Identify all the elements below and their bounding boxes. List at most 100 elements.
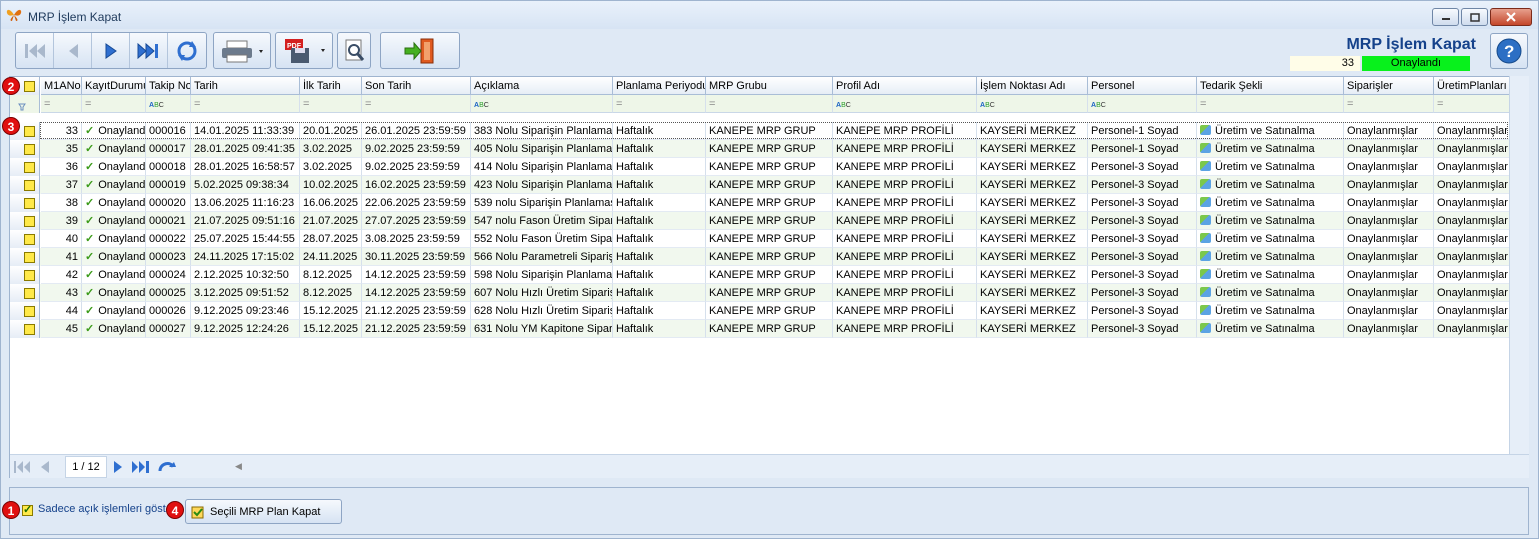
filter-cell-m1a-no[interactable]: =	[41, 95, 82, 113]
filter-cell-uretim-planlari[interactable]: =	[1434, 95, 1510, 113]
vertical-scrollbar[interactable]	[1509, 76, 1529, 478]
cell-son-tarih: 27.07.2025 23:59:59	[362, 212, 471, 230]
close-selected-mrp-button[interactable]: Seçili MRP Plan Kapat	[185, 499, 342, 524]
column-header-planlama-periyodu[interactable]: Planlama Periyodu	[613, 77, 706, 95]
filter-cell-ilk-tarih[interactable]: =	[300, 95, 362, 113]
row-select-checkbox[interactable]	[24, 198, 35, 209]
column-header-m1a-no[interactable]: M1ANo	[41, 77, 82, 95]
column-header-tedarik-sekli[interactable]: Tedarik Şekli	[1197, 77, 1344, 95]
row-select-checkbox[interactable]	[24, 270, 35, 281]
filter-cell-son-tarih[interactable]: =	[362, 95, 471, 113]
pager-next-button[interactable]	[110, 459, 126, 475]
cell-siparisler: Onaylanmışlar	[1344, 212, 1434, 230]
table-row[interactable]: 35 ✓ Onaylandı 000017 28.01.2025 09:41:35 3.0…	[10, 140, 1510, 158]
cell-tarih: 28.01.2025 16:58:57	[191, 158, 300, 176]
next-record-button[interactable]	[92, 33, 130, 68]
filter-cell-profil-adi[interactable]: ABC	[833, 95, 977, 113]
last-record-button[interactable]	[130, 33, 168, 68]
print-preview-button[interactable]	[337, 32, 371, 69]
row-select-checkbox[interactable]	[24, 306, 35, 317]
table-row[interactable]: 38 ✓ Onaylandı 000020 13.06.2025 11:16:23 16.…	[10, 194, 1510, 212]
cell-kayit-durumu: ✓ Onaylandı	[82, 248, 146, 266]
previous-record-icon	[68, 43, 78, 58]
export-pdf-button[interactable]: PDF	[275, 32, 333, 69]
column-header-siparisler[interactable]: Siparişler	[1344, 77, 1434, 95]
column-header-takip-no[interactable]: Takip No	[146, 77, 191, 95]
cell-mrp-grubu: KANEPE MRP GRUP	[706, 122, 833, 140]
column-header-uretim-planlari[interactable]: ÜretimPlanları	[1434, 77, 1510, 95]
column-header-personel[interactable]: Personel	[1088, 77, 1197, 95]
filter-cell-mrp-grubu[interactable]: =	[706, 95, 833, 113]
table-row[interactable]: 33 ✓ Onaylandı 000016 14.01.2025 11:33:39 20.…	[10, 122, 1510, 140]
filter-cell-aciklama[interactable]: ABC	[471, 95, 613, 113]
table-row[interactable]: 39 ✓ Onaylandı 000021 21.07.2025 09:51:16 21.…	[10, 212, 1510, 230]
filter-cell-tarih[interactable]: =	[191, 95, 300, 113]
pager-last-button[interactable]	[130, 459, 152, 475]
row-select-checkbox[interactable]	[24, 234, 35, 245]
filter-cell-tedarik-sekli[interactable]: =	[1197, 95, 1344, 113]
filter-cell-planlama-periyodu[interactable]: =	[613, 95, 706, 113]
row-select-checkbox[interactable]	[24, 180, 35, 191]
approved-check-icon: ✓	[85, 197, 95, 209]
row-select-checkbox[interactable]	[24, 288, 35, 299]
pager-first-button[interactable]	[13, 459, 33, 475]
row-select-checkbox[interactable]	[24, 162, 35, 173]
previous-record-button[interactable]	[54, 33, 92, 68]
approved-check-icon: ✓	[85, 215, 95, 227]
filter-cell-kayit-durumu[interactable]: =	[82, 95, 146, 113]
row-select-checkbox[interactable]	[24, 144, 35, 155]
pager-refresh-button[interactable]	[156, 459, 178, 475]
table-row[interactable]: 45 ✓ Onaylandı 000027 9.12.2025 12:24:26 15.1…	[10, 320, 1510, 338]
table-row[interactable]: 42 ✓ Onaylandı 000024 2.12.2025 10:32:50 8.12…	[10, 266, 1510, 284]
show-open-only-label: Sadece açık işlemleri göster	[38, 503, 176, 515]
print-button[interactable]	[213, 32, 271, 69]
column-header-mrp-grubu[interactable]: MRP Grubu	[706, 77, 833, 95]
cell-aciklama: 414 Nolu Siparişin Planlaması	[471, 158, 613, 176]
annotation-badge-4: 4	[166, 501, 184, 519]
help-button[interactable]: ?	[1490, 33, 1528, 69]
show-open-only-checkbox[interactable]	[22, 503, 33, 516]
maximize-button[interactable]	[1461, 8, 1488, 26]
table-row[interactable]: 37 ✓ Onaylandı 000019 5.02.2025 09:38:34 10.0…	[10, 176, 1510, 194]
cell-siparisler: Onaylanmışlar	[1344, 176, 1434, 194]
table-row[interactable]: 41 ✓ Onaylandı 000023 24.11.2025 17:15:02 24.…	[10, 248, 1510, 266]
column-header-son-tarih[interactable]: Son Tarih	[362, 77, 471, 95]
record-count: 33	[1290, 56, 1360, 71]
pager-previous-button[interactable]	[37, 459, 53, 475]
first-record-button[interactable]	[16, 33, 54, 68]
filter-cell-siparisler[interactable]: =	[1344, 95, 1434, 113]
column-header-tarih[interactable]: Tarih	[191, 77, 300, 95]
table-row[interactable]: 44 ✓ Onaylandı 000026 9.12.2025 09:23:46 15.1…	[10, 302, 1510, 320]
refresh-button[interactable]	[168, 33, 206, 68]
supply-type-text: Üretim ve Satınalma	[1215, 125, 1315, 137]
row-select-checkbox[interactable]	[24, 324, 35, 335]
row-select-checkbox[interactable]	[24, 126, 35, 137]
grid-filter-row: = = ABC = = = ABC = = ABC ABC ABC = = =	[10, 95, 1510, 113]
table-row[interactable]: 43 ✓ Onaylandı 000025 3.12.2025 09:51:52 8.12…	[10, 284, 1510, 302]
filter-cell-personel[interactable]: ABC	[1088, 95, 1197, 113]
filter-cell-islem-noktasi-adi[interactable]: ABC	[977, 95, 1088, 113]
minimize-button[interactable]	[1432, 8, 1459, 26]
exit-button[interactable]	[380, 32, 460, 69]
cell-uretim-planlari: Onaylanmışlar	[1434, 176, 1510, 194]
table-row[interactable]: 36 ✓ Onaylandı 000018 28.01.2025 16:58:57 3.0…	[10, 158, 1510, 176]
table-row[interactable]: 40 ✓ Onaylandı 000022 25.07.2025 15:44:55 28.…	[10, 230, 1510, 248]
cell-ilk-tarih: 28.07.2025	[300, 230, 362, 248]
select-all-checkbox[interactable]	[24, 81, 35, 92]
filter-cell-takip-no[interactable]: ABC	[146, 95, 191, 113]
column-header-kayit-durumu[interactable]: KayıtDurumu	[82, 77, 146, 95]
scroll-left-icon[interactable]: ◀	[235, 461, 242, 472]
cell-profil-adi: KANEPE MRP PROFİLİ	[833, 140, 977, 158]
column-header-profil-adi[interactable]: Profil Adı	[833, 77, 977, 95]
cell-tedarik-sekli: Üretim ve Satınalma	[1197, 176, 1344, 194]
cell-planlama-periyodu: Haftalık	[613, 248, 706, 266]
annotation-badge-3: 3	[2, 117, 20, 135]
cell-profil-adi: KANEPE MRP PROFİLİ	[833, 176, 977, 194]
column-header-ilk-tarih[interactable]: İlk Tarih	[300, 77, 362, 95]
close-window-button[interactable]	[1490, 8, 1532, 26]
row-select-checkbox[interactable]	[24, 252, 35, 263]
row-select-checkbox[interactable]	[24, 216, 35, 227]
column-header-islem-noktasi-adi[interactable]: İşlem Noktası Adı	[977, 77, 1088, 95]
column-header-aciklama[interactable]: Açıklama	[471, 77, 613, 95]
cell-personel: Personel-3 Soyad	[1088, 266, 1197, 284]
